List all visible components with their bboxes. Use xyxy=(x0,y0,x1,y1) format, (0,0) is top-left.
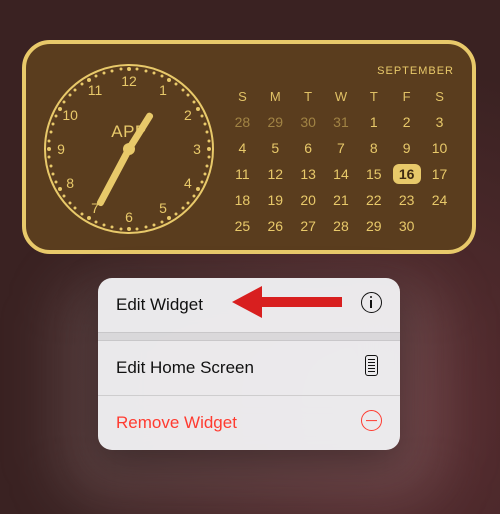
clock-number: 10 xyxy=(62,107,78,123)
calendar-weekday: T xyxy=(292,83,325,109)
calendar-today: 16 xyxy=(393,164,421,184)
calendar-day: 28 xyxy=(325,213,358,239)
analog-clock: APP 121234567891011 xyxy=(32,52,222,242)
calendar-day: 9 xyxy=(390,135,423,161)
edit-home-screen-item[interactable]: Edit Home Screen xyxy=(98,341,400,395)
calendar-day: 29 xyxy=(357,213,390,239)
menu-label: Edit Home Screen xyxy=(116,358,254,378)
clock-number: 2 xyxy=(184,107,192,123)
clock-number: 12 xyxy=(121,73,137,89)
clock-number: 5 xyxy=(159,200,167,216)
calendar-day: 6 xyxy=(292,135,325,161)
calendar-day: 19 xyxy=(259,187,292,213)
menu-label: Edit Widget xyxy=(116,295,203,315)
calendar-day: 5 xyxy=(259,135,292,161)
minus-circle-icon xyxy=(360,410,382,436)
calendar-day: 28 xyxy=(226,109,259,135)
calendar-day: 3 xyxy=(423,109,456,135)
calendar-day: 29 xyxy=(259,109,292,135)
calendar-day: 17 xyxy=(423,161,456,187)
calendar-day: 26 xyxy=(259,213,292,239)
calendar-weekday: F xyxy=(390,83,423,109)
clock-number: 1 xyxy=(159,82,167,98)
context-menu: Edit Widget Edit Home Screen Remove Widg… xyxy=(98,278,400,450)
calendar-clock-widget[interactable]: APP 121234567891011 SEPTEMBER SMTWTFS 28… xyxy=(22,40,476,254)
calendar-day: 27 xyxy=(292,213,325,239)
calendar-grid: SMTWTFS 28293031123456789101112131415161… xyxy=(226,83,456,239)
calendar-day: 12 xyxy=(259,161,292,187)
calendar-day: 4 xyxy=(226,135,259,161)
calendar-day xyxy=(423,213,456,239)
calendar-weekday: M xyxy=(259,83,292,109)
calendar-weekday: S xyxy=(423,83,456,109)
calendar-day: 16 xyxy=(390,161,423,187)
calendar-day: 7 xyxy=(325,135,358,161)
calendar-day: 22 xyxy=(357,187,390,213)
calendar-day: 10 xyxy=(423,135,456,161)
calendar-day: 18 xyxy=(226,187,259,213)
clock-number: 9 xyxy=(57,141,65,157)
calendar-weekday: W xyxy=(325,83,358,109)
calendar-day: 30 xyxy=(390,213,423,239)
calendar-day: 20 xyxy=(292,187,325,213)
calendar-day: 13 xyxy=(292,161,325,187)
calendar-day: 24 xyxy=(423,187,456,213)
calendar-day: 25 xyxy=(226,213,259,239)
remove-widget-item[interactable]: Remove Widget xyxy=(98,396,400,450)
calendar-day: 21 xyxy=(325,187,358,213)
clock-number: 3 xyxy=(193,141,201,157)
clock-number: 11 xyxy=(88,82,103,98)
calendar-day: 30 xyxy=(292,109,325,135)
phone-icon xyxy=(360,355,382,381)
calendar-day: 15 xyxy=(357,161,390,187)
edit-widget-item[interactable]: Edit Widget xyxy=(98,278,400,332)
clock-number: 8 xyxy=(66,175,74,191)
calendar: SEPTEMBER SMTWTFS 2829303112345678910111… xyxy=(222,55,472,239)
calendar-month: SEPTEMBER xyxy=(226,65,456,77)
calendar-day: 1 xyxy=(357,109,390,135)
calendar-day: 11 xyxy=(226,161,259,187)
clock-number: 4 xyxy=(184,175,192,191)
calendar-weekday: T xyxy=(357,83,390,109)
menu-label: Remove Widget xyxy=(116,413,237,433)
calendar-day: 2 xyxy=(390,109,423,135)
calendar-day: 14 xyxy=(325,161,358,187)
calendar-day: 31 xyxy=(325,109,358,135)
calendar-day: 8 xyxy=(357,135,390,161)
info-icon xyxy=(360,292,382,318)
clock-number: 6 xyxy=(125,209,133,225)
clock-number: 7 xyxy=(91,200,99,216)
calendar-weekday: S xyxy=(226,83,259,109)
calendar-day: 23 xyxy=(390,187,423,213)
